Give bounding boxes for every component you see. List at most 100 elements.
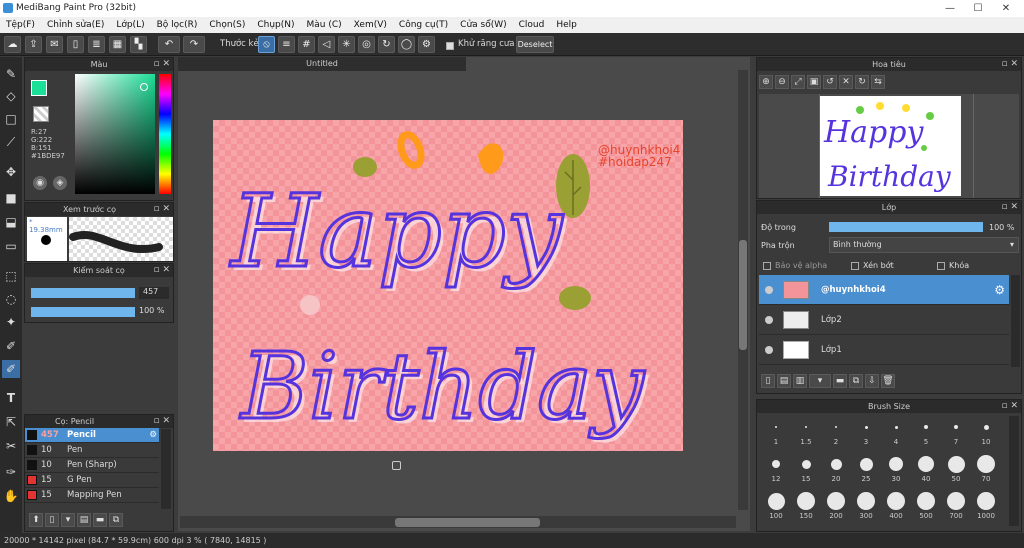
comment-icon[interactable]: ✉ (46, 36, 63, 53)
rotate-left-icon[interactable]: ↺ (823, 75, 837, 89)
layer-opacity-slider[interactable] (829, 222, 983, 232)
brush-item[interactable]: 15 G Pen (25, 473, 159, 488)
brush-size-option[interactable]: 12 (761, 453, 791, 490)
lock-option[interactable]: Khóa (937, 261, 969, 270)
brush-item[interactable]: 457 Pencil ⚙ (25, 428, 159, 443)
brush-size-option[interactable]: 70 (971, 453, 1001, 490)
menu-window[interactable]: Cửa sổ(W) (454, 20, 512, 30)
cloud-brush-icon[interactable]: ⬆ (29, 513, 43, 527)
new-8bit-layer-icon[interactable]: ▥ (793, 374, 807, 388)
menu-color[interactable]: Màu (C) (301, 20, 348, 30)
primary-color-swatch[interactable] (31, 80, 47, 96)
deselect-button[interactable]: Deselect (516, 36, 554, 53)
brush-size-scrollbar[interactable] (1009, 416, 1019, 526)
brush-opacity-slider[interactable] (31, 307, 135, 317)
vertical-scrollbar[interactable] (738, 70, 748, 510)
visibility-icon[interactable] (765, 315, 773, 324)
brush-tool-icon[interactable]: ✎ (2, 65, 20, 83)
flip-icon[interactable]: ⇆ (871, 75, 885, 89)
ellipse-ruler-icon[interactable]: ◯ (398, 36, 415, 53)
layer-row[interactable]: Lớp1 (759, 335, 1009, 365)
close-icon[interactable]: ▫ ✕ (1001, 400, 1018, 413)
brush-size-value[interactable]: 457 (139, 287, 169, 299)
vertical-scroll-thumb[interactable] (739, 240, 747, 350)
divide-tool-icon[interactable]: ✂ (2, 437, 20, 455)
brush-size-option[interactable]: 150 (791, 490, 821, 527)
close-icon[interactable]: ▫ ✕ (153, 415, 170, 428)
document-icon[interactable]: ≣ (88, 36, 105, 53)
undo-icon[interactable]: ↶ (158, 36, 180, 53)
menu-capture[interactable]: Chụp(N) (251, 20, 300, 30)
brush-size-option[interactable]: 10 (971, 416, 1001, 453)
close-icon[interactable]: ▫ ✕ (153, 203, 170, 216)
close-icon[interactable]: ▫ ✕ (1001, 58, 1018, 71)
brush-size-option[interactable]: 200 (821, 490, 851, 527)
reset-icon[interactable]: ✕ (839, 75, 853, 89)
rotate-right-icon[interactable]: ↻ (855, 75, 869, 89)
brush-size-option[interactable]: 1.5 (791, 416, 821, 453)
close-icon[interactable]: ▫ ✕ (1001, 201, 1018, 214)
color-picker-square[interactable] (75, 74, 155, 194)
close-icon[interactable]: ▫ ✕ (153, 58, 170, 71)
layer-row[interactable]: Lớp2 (759, 305, 1009, 335)
perspective-icon[interactable]: ◁ (318, 36, 335, 53)
document-tab[interactable]: Untitled (178, 57, 466, 71)
brush-settings-icon[interactable]: ▤ (77, 513, 91, 527)
visibility-icon[interactable] (765, 285, 773, 294)
maximize-button[interactable]: ☐ (964, 0, 992, 17)
menu-cloud[interactable]: Cloud (513, 20, 551, 30)
move-tool-icon[interactable]: ✥ (2, 163, 20, 181)
color-settings-icon[interactable]: ◈ (53, 176, 67, 190)
zoom-out-icon[interactable]: ⊖ (775, 75, 789, 89)
brush-size-option[interactable]: 15 (791, 453, 821, 490)
hue-slider[interactable] (159, 74, 171, 194)
duplicate-icon[interactable]: ⧉ (109, 513, 123, 527)
hand-tool-icon[interactable]: ✋ (2, 487, 20, 505)
menu-select[interactable]: Chọn(S) (203, 20, 251, 30)
canvas-resize-handle[interactable] (392, 461, 401, 470)
new-file-icon[interactable]: ▯ (67, 36, 84, 53)
protect-alpha-option[interactable]: Bảo vệ alpha (763, 261, 827, 270)
transparent-swatch[interactable] (33, 106, 49, 122)
lock-checkbox[interactable] (937, 261, 945, 270)
brush-item[interactable]: 10 Pen (Sharp) (25, 458, 159, 473)
close-icon[interactable]: ▫ ✕ (153, 264, 170, 277)
menu-edit[interactable]: Chỉnh sửa(E) (41, 20, 110, 30)
brush-size-option[interactable]: 25 (851, 453, 881, 490)
menu-tools[interactable]: Công cụ(T) (393, 20, 454, 30)
gear-icon[interactable]: ⚙ (994, 283, 1005, 297)
select-pen-icon[interactable]: ✐ (2, 337, 20, 355)
zoom-in-icon[interactable]: ⊕ (759, 75, 773, 89)
brush-size-option[interactable]: 4 (881, 416, 911, 453)
curve-ruler-icon[interactable]: ↻ (378, 36, 395, 53)
radial-ruler-icon[interactable]: ✳ (338, 36, 355, 53)
brush-size-option[interactable]: 1 (761, 416, 791, 453)
brush-size-option[interactable]: 1000 (971, 490, 1001, 527)
shape-tool-icon[interactable]: □ (2, 110, 20, 128)
new-layer-icon[interactable]: ▯ (761, 374, 775, 388)
redo-icon[interactable]: ↷ (183, 36, 205, 53)
brush-size-option[interactable]: 100 (761, 490, 791, 527)
merge-layer-icon[interactable]: ⇩ (865, 374, 879, 388)
select-eraser-icon[interactable]: ✐ (2, 360, 20, 378)
gradient-tool-icon[interactable]: ▭ (2, 237, 20, 255)
brush-size-option[interactable]: 30 (881, 453, 911, 490)
layer-list-scrollbar[interactable] (1011, 275, 1020, 367)
brush-size-option[interactable]: 400 (881, 490, 911, 527)
folder-icon[interactable]: ▬ (833, 374, 847, 388)
menu-filter[interactable]: Bộ lọc(R) (151, 20, 204, 30)
cloud-icon[interactable]: ☁ (4, 36, 21, 53)
brush-size-option[interactable]: 500 (911, 490, 941, 527)
duplicate-layer-icon[interactable]: ⧉ (849, 374, 863, 388)
text-tool-icon[interactable]: T (2, 389, 20, 407)
eyedropper-icon[interactable]: ✑ (2, 463, 20, 481)
brush-size-option[interactable]: 3 (851, 416, 881, 453)
line-tool-icon[interactable]: ⟋ (2, 133, 20, 151)
brush-size-option[interactable]: 2 (821, 416, 851, 453)
magic-wand-icon[interactable]: ✦ (2, 313, 20, 331)
brush-size-option[interactable]: 300 (851, 490, 881, 527)
lasso-icon[interactable]: ◌ (2, 290, 20, 308)
menu-layer[interactable]: Lớp(L) (110, 20, 150, 30)
brush-item[interactable]: 10 Pen (25, 443, 159, 458)
operation-tool-icon[interactable]: ⇱ (2, 413, 20, 431)
